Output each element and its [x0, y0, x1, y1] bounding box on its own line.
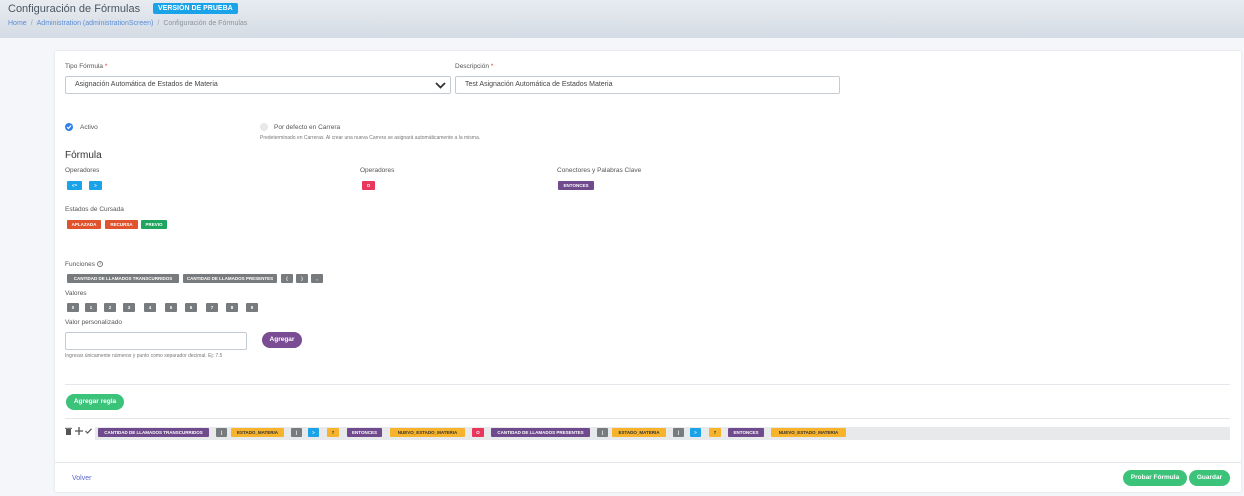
descripcion-label: Descripción * [455, 63, 494, 70]
check-icon[interactable] [85, 428, 92, 434]
activo-checkbox[interactable] [65, 123, 73, 131]
value-chip[interactable]: 8 [226, 303, 238, 312]
descripcion-input[interactable]: Test Asignación Automática de Estados Ma… [455, 76, 840, 94]
rule-token[interactable]: O [472, 428, 484, 437]
breadcrumb-administration[interactable]: Administration (administrationScreen) [37, 20, 154, 27]
value-chip[interactable]: 1 [85, 303, 97, 312]
estados-label: Estados de Cursada [65, 206, 124, 213]
check-icon [66, 125, 72, 130]
rule-token[interactable]: 7 [327, 428, 339, 437]
state-chip[interactable]: APLAZADA [67, 220, 101, 229]
rule-token[interactable]: > [690, 428, 701, 437]
formula-section-title: Fórmula [65, 150, 102, 161]
function-chip[interactable]: CANTIDAD DE LLAMADOS PRESENTES [183, 274, 277, 283]
rule-token[interactable]: 7 [709, 428, 721, 437]
funciones-label: Funciones? [65, 261, 103, 268]
rule-token[interactable]: ) [291, 428, 302, 437]
operator-chip[interactable]: > [89, 181, 102, 190]
page-title: Configuración de Fórmulas [8, 3, 141, 15]
rule-token[interactable]: ( [597, 428, 608, 437]
activo-label: Activo [80, 124, 98, 131]
breadcrumb: Home / Administration (administrationScree… [8, 20, 248, 27]
rule-token[interactable]: NUEVO_ESTADO_MATERIA [771, 428, 846, 437]
valor-personalizado-input[interactable] [65, 332, 247, 350]
defecto-carrera-help: Predeterminado en Carreras. Al crear una… [260, 135, 481, 141]
operadores-label: Operadores [65, 167, 100, 174]
value-chip[interactable]: 0 [67, 303, 79, 312]
valores-label: Valores [65, 290, 87, 297]
breadcrumb-home[interactable]: Home [8, 20, 27, 27]
volver-link[interactable]: Volver [72, 475, 91, 482]
defecto-carrera-checkbox[interactable] [260, 123, 268, 131]
value-chip[interactable]: 4 [144, 303, 156, 312]
conectores-label: Conectores y Palabras Clave [557, 167, 642, 174]
footer-divider [55, 462, 1241, 463]
function-chip[interactable]: , [311, 274, 323, 283]
rule-token[interactable]: ) [673, 428, 684, 437]
rule-token[interactable]: ENTONCES [728, 428, 764, 437]
rule-token[interactable]: CANTIDAD DE LLAMADOS TRANSCURRIDOS [98, 428, 209, 437]
agregar-regla-button[interactable]: Agregar regla [66, 394, 124, 410]
agregar-button[interactable]: Agregar [262, 332, 302, 348]
breadcrumb-current: Configuración de Fórmulas [163, 20, 248, 27]
state-chip[interactable]: RECURSA [105, 220, 138, 229]
rule-token[interactable]: ( [216, 428, 227, 437]
rule-token[interactable]: NUEVO_ESTADO_MATERIA [390, 428, 465, 437]
trial-version-badge: VERSIÓN DE PRUEBA [153, 3, 238, 14]
rule-token[interactable]: ENTONCES [347, 428, 382, 437]
valor-personalizado-help: Ingresar únicamente números y punto como… [65, 353, 223, 359]
function-chip[interactable]: ( [281, 274, 293, 283]
value-chip[interactable]: 5 [165, 303, 177, 312]
rule-token[interactable]: ESTADO_MATERIA [231, 428, 284, 437]
rule-token[interactable]: > [308, 428, 319, 437]
value-chip[interactable]: 7 [206, 303, 218, 312]
value-chip[interactable]: 9 [246, 303, 258, 312]
rule-token[interactable]: CANTIDAD DE LLAMADOS PRESENTES [491, 428, 590, 437]
state-chip[interactable]: PREVIO [141, 220, 167, 229]
tipo-formula-select[interactable]: Asignación Automática de Estados de Mate… [65, 76, 451, 94]
operator-chip[interactable]: O [362, 181, 375, 190]
function-chip[interactable]: ) [296, 274, 308, 283]
move-icon[interactable] [75, 427, 83, 435]
trash-icon[interactable] [65, 427, 72, 435]
guardar-button[interactable]: Guardar [1189, 470, 1230, 486]
help-icon[interactable]: ? [97, 261, 103, 268]
value-chip[interactable]: 3 [123, 303, 135, 312]
operadores-label-2: Operadores [360, 167, 395, 174]
probar-formula-button[interactable]: Probar Fórmula [1123, 470, 1187, 486]
tipo-formula-value: Asignación Automática de Estados de Mate… [75, 81, 218, 88]
divider [65, 418, 1230, 419]
chevron-down-icon [435, 82, 446, 89]
connector-chip[interactable]: ENTONCES [558, 181, 594, 190]
divider [65, 384, 1230, 385]
page-header: Configuración de Fórmulas VERSIÓN DE PRU… [0, 0, 1244, 38]
function-chip[interactable]: CANTIDAD DE LLAMADOS TRANSCURRIDOS [67, 274, 179, 283]
rule-token[interactable]: ESTADO_MATERIA [612, 428, 666, 437]
tipo-formula-label: Tipo Fórmula * [65, 63, 108, 70]
operator-chip[interactable]: <= [67, 181, 82, 190]
defecto-carrera-label: Por defecto en Carrera [274, 124, 341, 131]
value-chip[interactable]: 6 [185, 303, 197, 312]
valor-personalizado-label: Valor personalizado [65, 319, 122, 326]
value-chip[interactable]: 2 [104, 303, 116, 312]
formula-config-card: Tipo Fórmula * Asignación Automática de … [55, 51, 1241, 492]
